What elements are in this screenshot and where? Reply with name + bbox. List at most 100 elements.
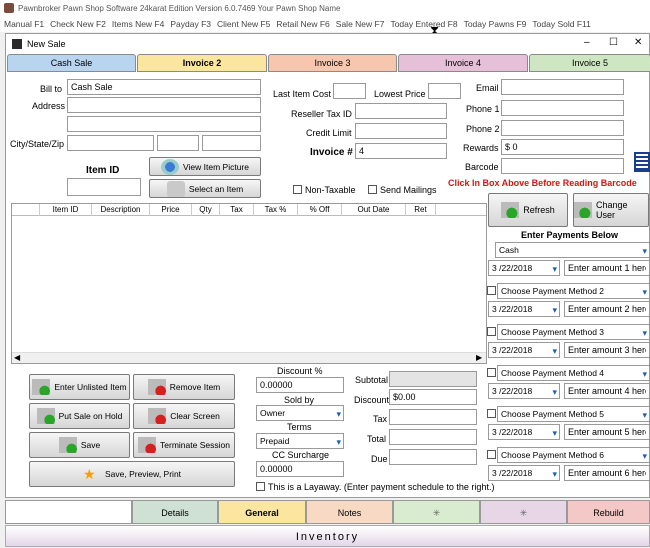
total-field[interactable] [389,429,477,445]
view-item-picture-button[interactable]: View Item Picture [149,157,261,176]
email-field[interactable] [501,79,624,95]
save-preview-print-button[interactable]: ★ Save, Preview, Print [29,461,235,487]
enter-unlisted-item-button[interactable]: Enter Unlisted Item [29,374,130,400]
payment-date-picker[interactable]: 3 /22/2018 ▾ [488,301,560,317]
menu-item[interactable]: Check New F2 [50,19,106,29]
payment-method-select[interactable]: Cash ▾ [495,242,650,258]
bottom-tab-details[interactable]: Details [132,500,218,524]
menu-item[interactable]: Manual F1 [4,19,44,29]
phone1-field[interactable] [501,100,624,116]
terminate-session-button[interactable]: Terminate Session [133,432,235,458]
credit-limit-field[interactable] [355,123,447,139]
zip-field[interactable] [202,135,261,151]
payment-enable-checkbox[interactable] [487,286,496,295]
change-user-button[interactable]: Change User [573,193,649,227]
payment-enable-checkbox[interactable] [487,450,496,459]
bill-to-field[interactable] [67,79,261,95]
address-line2-field[interactable] [67,116,261,132]
grid-header-cell[interactable]: % Off [298,204,342,216]
invoice-number-field[interactable] [355,143,447,159]
payment-enable-checkbox[interactable] [487,409,496,418]
select-item-button[interactable]: Select an Item [149,179,261,198]
payment-amount-field[interactable] [564,260,650,276]
state-field[interactable] [157,135,199,151]
close-button[interactable]: ✕ [634,37,642,48]
payment-amount-field[interactable] [564,383,650,399]
menu-item[interactable]: Items New F4 [112,19,164,29]
payment-amount-field[interactable] [564,424,650,440]
last-item-cost-field[interactable] [333,83,366,99]
reseller-tax-id-field[interactable] [355,103,447,119]
put-sale-on-hold-button[interactable]: Put Sale on Hold [29,403,130,429]
payment-date-picker[interactable]: 3 /22/2018 ▾ [488,383,560,399]
menu-item[interactable]: Sale New F7 [336,19,385,29]
bottom-tab-notes[interactable]: Notes [306,500,393,524]
tab-cash-sale[interactable]: Cash Sale [7,54,136,72]
clear-screen-button[interactable]: Clear Screen [133,403,235,429]
payment-amount-field[interactable] [564,342,650,358]
payment-method-select[interactable]: Choose Payment Method 3 ▾ [497,324,650,340]
tab-invoice-5[interactable]: Invoice 5 [529,54,650,72]
bottom-tab-extra2[interactable]: ✳ [480,500,567,524]
sale-items-grid[interactable]: Item ID Description Price Qty Tax Tax %% Off O… [11,203,487,364]
item-id-field[interactable] [67,178,141,196]
payment-date-picker[interactable]: 3 /22/2018 ▾ [488,260,560,276]
grid-header-cell[interactable]: Qty [192,204,220,216]
terms-select[interactable]: Prepaid ▾ [256,433,344,449]
phone2-field[interactable] [501,120,624,136]
address-line1-field[interactable] [67,97,261,113]
payment-amount-field[interactable] [564,465,650,481]
scroll-right-icon[interactable]: ▶ [476,353,482,362]
refresh-button[interactable]: Refresh [488,193,568,227]
payment-amount-field[interactable] [564,301,650,317]
send-mailings-checkbox[interactable] [368,185,377,194]
bottom-tab-blank[interactable] [5,500,132,524]
bottom-tab-extra1[interactable]: ✳ [393,500,480,524]
lowest-price-field[interactable] [428,83,461,99]
payment-method-select[interactable]: Choose Payment Method 4 ▾ [497,365,650,381]
menu-item[interactable]: Payday F3 [170,19,211,29]
payment-enable-checkbox[interactable] [487,368,496,377]
discount-pct-field[interactable] [256,377,344,393]
payment-date-picker[interactable]: 3 /22/2018 ▾ [488,424,560,440]
tab-invoice-4[interactable]: Invoice 4 [398,54,528,72]
grid-header-cell[interactable]: Out Date [342,204,406,216]
scroll-left-icon[interactable]: ◀ [14,353,20,362]
tab-invoice-3[interactable]: Invoice 3 [268,54,397,72]
menu-item[interactable]: Today Sold F11 [532,19,590,29]
barcode-scanner-icon[interactable] [634,152,650,172]
sold-by-select[interactable]: Owner ▾ [256,405,344,421]
discount-field[interactable] [389,389,477,405]
grid-header-cell[interactable]: Tax % [254,204,298,216]
grid-header-cell[interactable]: Item ID [40,204,92,216]
tax-field[interactable] [389,409,477,425]
minimize-button[interactable]: – [584,37,590,48]
payment-method-select[interactable]: Choose Payment Method 2 ▾ [497,283,650,299]
city-field[interactable] [67,135,154,151]
payment-enable-checkbox[interactable] [487,327,496,336]
grid-header-cell[interactable]: Description [92,204,150,216]
due-field[interactable] [389,449,477,465]
bottom-tab-rebuild[interactable]: Rebuild [567,500,650,524]
non-taxable-checkbox[interactable] [293,185,302,194]
cc-surcharge-field[interactable] [256,461,344,477]
tab-invoice-2[interactable]: Invoice 2 [137,54,267,72]
menu-item[interactable]: Retail New F6 [276,19,329,29]
remove-item-button[interactable]: Remove Item [133,374,235,400]
grid-header-cell[interactable]: Price [150,204,192,216]
save-button[interactable]: Save [29,432,130,458]
menu-item[interactable]: Today Entered F8 [390,19,457,29]
grid-scrollbar[interactable]: ◀ ▶ [12,352,486,363]
bottom-tab-general[interactable]: General [218,500,306,524]
payment-date-picker[interactable]: 3 /22/2018 ▾ [488,465,560,481]
payment-method-select[interactable]: Choose Payment Method 5 ▾ [497,406,650,422]
grid-header-cell[interactable]: Ret [406,204,436,216]
menu-item[interactable]: Today Pawns F9 [464,19,527,29]
maximize-button[interactable]: ☐ [609,37,618,48]
barcode-field[interactable] [501,158,624,174]
layaway-checkbox[interactable] [256,482,265,491]
rewards-field[interactable] [501,139,624,155]
menu-item[interactable]: Client New F5 [217,19,270,29]
payment-method-select[interactable]: Choose Payment Method 6 ▾ [497,447,650,463]
grid-header-cell[interactable]: Tax [220,204,254,216]
